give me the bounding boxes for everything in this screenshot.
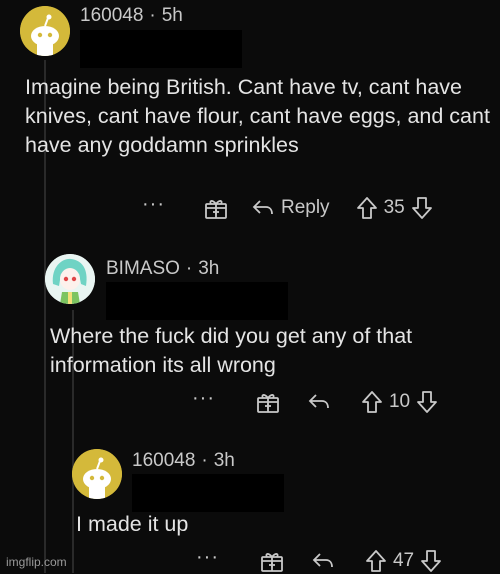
comment-meta: 160048 · 3h — [132, 450, 235, 472]
reply-icon — [312, 553, 333, 568]
comment-text: Where the fuck did you get any of that i… — [50, 324, 413, 377]
vote-count: 47 — [392, 550, 415, 571]
upvote-button[interactable] — [356, 196, 378, 220]
reply-label: Reply — [280, 197, 330, 218]
downvote-button[interactable] — [420, 549, 442, 573]
downvote-arrow-icon — [417, 391, 438, 413]
upvote-arrow-icon — [362, 391, 382, 413]
separator: · — [185, 258, 193, 279]
comment-actions: ··· 10 — [192, 387, 438, 415]
reply-button[interactable]: Reply — [251, 197, 330, 219]
timestamp: 5h — [161, 5, 183, 26]
username[interactable]: 160048 — [80, 5, 143, 26]
gift-icon — [261, 553, 283, 572]
award-button[interactable] — [255, 389, 281, 415]
comment: 160048 · 3h I made it up ··· 47 — [0, 430, 500, 573]
redacted-flair — [132, 474, 284, 512]
vote-count: 35 — [383, 197, 405, 218]
comment-actions: ··· Reply 35 — [142, 193, 433, 221]
gift-icon — [257, 394, 279, 413]
snoo-icon — [72, 449, 122, 499]
vote-count: 10 — [388, 391, 411, 412]
reply-button[interactable] — [311, 550, 335, 572]
timestamp: 3h — [198, 258, 220, 279]
redacted-flair — [80, 30, 242, 68]
downvote-button[interactable] — [411, 196, 433, 220]
avatar[interactable] — [72, 449, 122, 499]
avatar[interactable] — [20, 6, 70, 56]
downvote-button[interactable] — [416, 390, 438, 414]
username[interactable]: 160048 — [132, 450, 195, 471]
more-options-button[interactable]: ··· — [196, 546, 219, 569]
more-options-button[interactable]: ··· — [142, 193, 165, 216]
redacted-flair — [106, 282, 288, 320]
gift-icon — [205, 200, 227, 219]
reply-icon — [308, 394, 329, 409]
downvote-arrow-icon — [411, 197, 432, 219]
upvote-arrow-icon — [366, 550, 386, 572]
comment-actions: ··· 47 — [196, 546, 442, 574]
downvote-arrow-icon — [421, 550, 442, 572]
reply-icon — [252, 200, 273, 215]
watermark: imgflip.com — [6, 555, 67, 569]
comment-meta: BIMASO · 3h — [106, 258, 219, 280]
comment: BIMASO · 3h Where the fuck did you get any… — [0, 230, 500, 430]
award-button[interactable] — [203, 195, 229, 221]
upvote-arrow-icon — [356, 197, 377, 219]
award-button[interactable] — [259, 548, 285, 574]
username[interactable]: BIMASO — [106, 258, 180, 279]
comment: 160048 · 5h Imagine being British. Cant ha… — [0, 0, 500, 230]
comment-meta: 160048 · 5h — [80, 5, 183, 27]
separator: · — [149, 5, 156, 26]
timestamp: 3h — [213, 450, 235, 471]
comment-text: Imagine being British. Cant have tv, can… — [25, 75, 490, 157]
separator: · — [201, 450, 208, 471]
upvote-button[interactable] — [365, 549, 387, 573]
snoo-icon — [20, 6, 70, 56]
anime-avatar-icon — [45, 254, 95, 304]
reply-button[interactable] — [307, 391, 331, 413]
upvote-button[interactable] — [361, 390, 383, 414]
comment-text: I made it up — [76, 512, 189, 536]
avatar[interactable] — [45, 254, 95, 304]
more-options-button[interactable]: ··· — [192, 387, 215, 410]
